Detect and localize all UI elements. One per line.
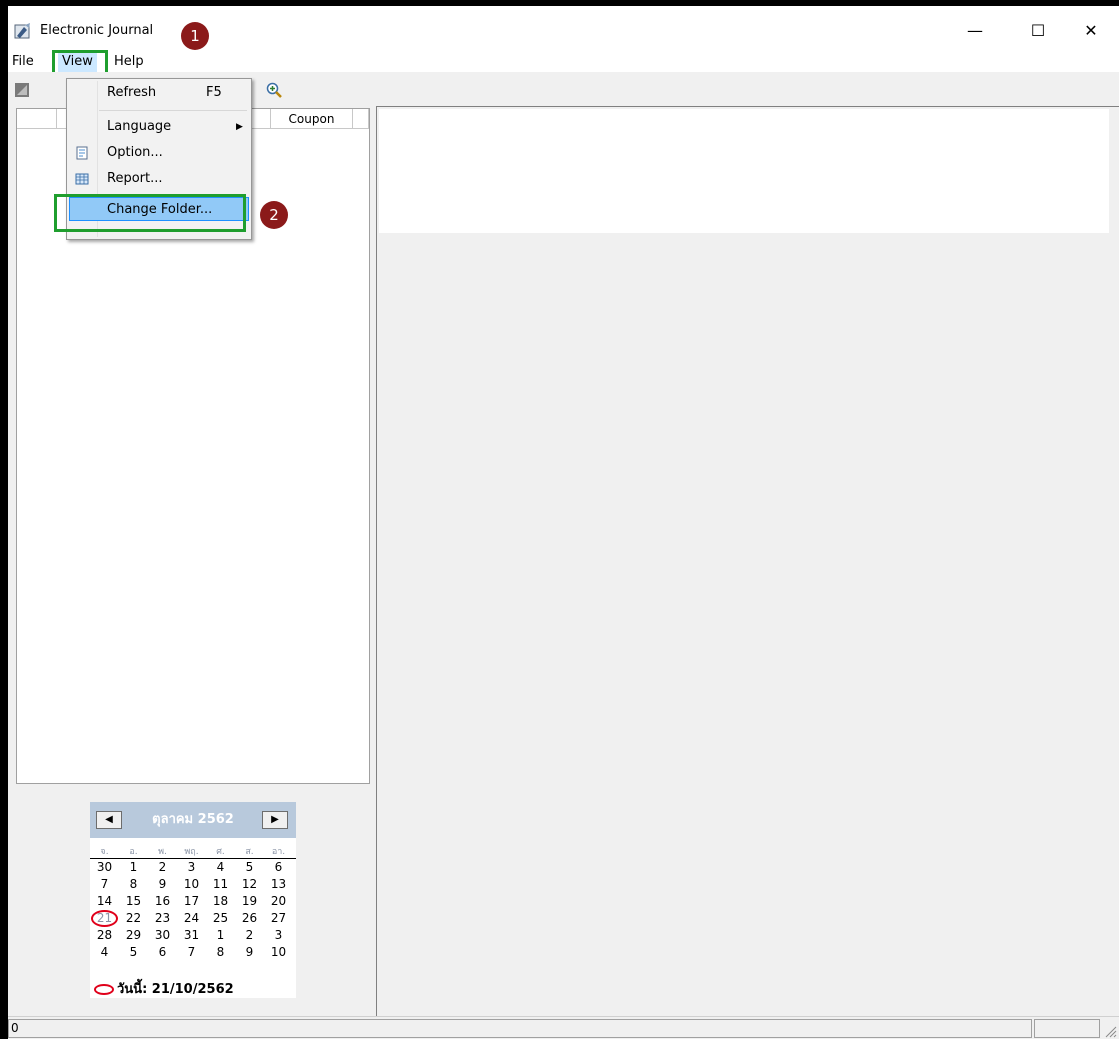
app-window: Electronic Journal 1 — ☐ ✕ File View Hel… — [8, 6, 1119, 1039]
column-header-4[interactable] — [353, 109, 369, 129]
window-title: Electronic Journal — [40, 23, 154, 38]
calendar-weekday-row: จ. อ. พ. พฤ. ศ. ส. อา. — [90, 844, 296, 859]
option-icon — [76, 146, 88, 160]
calendar-day[interactable]: 11 — [206, 877, 235, 892]
change-folder-highlight — [54, 194, 246, 232]
calendar-day[interactable]: 21 — [90, 911, 119, 926]
title-bar: Electronic Journal 1 — ☐ ✕ — [8, 6, 1119, 50]
maximize-button[interactable]: ☐ — [1015, 16, 1061, 46]
menu-item-report[interactable]: Report... — [69, 167, 249, 191]
status-count: 0 — [8, 1019, 1032, 1038]
weekday-label: พฤ. — [184, 847, 199, 857]
calendar-day[interactable]: 7 — [177, 945, 206, 960]
toolbar-page-icon[interactable] — [14, 82, 30, 98]
zoom-in-icon[interactable] — [266, 82, 282, 98]
calendar-day[interactable]: 4 — [206, 860, 235, 875]
weekday-label: ศ. — [216, 847, 225, 857]
menu-item-option[interactable]: Option... — [69, 141, 249, 165]
calendar-day[interactable]: 1 — [119, 860, 148, 875]
refresh-shortcut: F5 — [206, 85, 222, 100]
report-label: Report... — [107, 171, 163, 186]
journal-detail-pane — [376, 106, 1119, 1016]
calendar-day[interactable]: 3 — [177, 860, 206, 875]
calendar-day[interactable]: 7 — [90, 877, 119, 892]
calendar-header: ◀ ตุลาคม 2562 ▶ — [90, 802, 296, 838]
calendar-day[interactable]: 4 — [90, 945, 119, 960]
calendar-day[interactable]: 25 — [206, 911, 235, 926]
menu-file[interactable]: File — [8, 52, 38, 72]
calendar-day[interactable]: 18 — [206, 894, 235, 909]
minimize-button[interactable]: — — [952, 16, 998, 46]
column-header-1[interactable] — [17, 109, 57, 129]
calendar-day[interactable]: 6 — [264, 860, 293, 875]
calendar-day[interactable]: 30 — [90, 860, 119, 875]
menu-help[interactable]: Help — [110, 52, 148, 72]
journal-detail-content — [379, 109, 1109, 233]
weekday-label: จ. — [100, 847, 109, 857]
calendar-day[interactable]: 13 — [264, 877, 293, 892]
menu-bar: File View Help — [8, 50, 1119, 72]
calendar-day[interactable]: 27 — [264, 911, 293, 926]
calendar-day[interactable]: 10 — [177, 877, 206, 892]
submenu-arrow-icon: ▶ — [236, 122, 243, 132]
calendar-month-title: ตุลาคม 2562 — [152, 812, 234, 827]
calendar-day[interactable]: 19 — [235, 894, 264, 909]
weekday-label: พ. — [158, 847, 167, 857]
menu-item-language[interactable]: Language ▶ — [69, 115, 249, 139]
menu-item-refresh[interactable]: Refresh F5 — [69, 81, 249, 105]
status-bar: 0 — [8, 1016, 1119, 1039]
calendar-day[interactable]: 3 — [264, 928, 293, 943]
calendar-day[interactable]: 30 — [148, 928, 177, 943]
step-marker-2: 2 — [260, 201, 288, 229]
step-marker-1: 1 — [181, 22, 209, 50]
calendar-day[interactable]: 6 — [148, 945, 177, 960]
option-label: Option... — [107, 145, 163, 160]
calendar-day[interactable]: 29 — [119, 928, 148, 943]
resize-grip-icon[interactable] — [1103, 1024, 1117, 1038]
today-label: วันนี้: 21/10/2562 — [117, 982, 234, 997]
weekday-label: ส. — [245, 847, 254, 857]
calendar-day[interactable]: 15 — [119, 894, 148, 909]
month-calendar[interactable]: ◀ ตุลาคม 2562 ▶ จ. อ. พ. พฤ. ศ. ส. อา. 3… — [90, 802, 296, 998]
calendar-day[interactable]: 14 — [90, 894, 119, 909]
calendar-day[interactable]: 5 — [235, 860, 264, 875]
calendar-day[interactable]: 23 — [148, 911, 177, 926]
calendar-day[interactable]: 9 — [148, 877, 177, 892]
calendar-day[interactable]: 22 — [119, 911, 148, 926]
calendar-day[interactable]: 5 — [119, 945, 148, 960]
calendar-day[interactable]: 20 — [264, 894, 293, 909]
calendar-day[interactable]: 8 — [206, 945, 235, 960]
status-panel-2 — [1034, 1019, 1100, 1038]
close-button[interactable]: ✕ — [1068, 16, 1114, 46]
journal-app-icon — [14, 23, 30, 39]
calendar-day[interactable]: 24 — [177, 911, 206, 926]
menu-separator — [99, 110, 247, 111]
calendar-day[interactable]: 8 — [119, 877, 148, 892]
calendar-day[interactable]: 16 — [148, 894, 177, 909]
report-table-icon — [75, 173, 89, 185]
column-header-coupon[interactable]: Coupon — [271, 109, 353, 129]
language-label: Language — [107, 119, 172, 134]
calendar-day[interactable]: 2 — [148, 860, 177, 875]
prev-month-button[interactable]: ◀ — [96, 811, 122, 829]
calendar-day[interactable]: 9 — [235, 945, 264, 960]
calendar-day[interactable]: 12 — [235, 877, 264, 892]
calendar-day[interactable]: 10 — [264, 945, 293, 960]
calendar-day[interactable]: 17 — [177, 894, 206, 909]
today-marker-icon — [94, 984, 114, 995]
calendar-day[interactable]: 26 — [235, 911, 264, 926]
calendar-today[interactable]: วันนี้: 21/10/2562 — [94, 978, 234, 999]
calendar-day[interactable]: 2 — [235, 928, 264, 943]
next-month-button[interactable]: ▶ — [262, 811, 288, 829]
calendar-day[interactable]: 31 — [177, 928, 206, 943]
weekday-label: อ. — [129, 847, 138, 857]
refresh-label: Refresh — [107, 85, 157, 100]
calendar-day[interactable]: 28 — [90, 928, 119, 943]
calendar-day[interactable]: 1 — [206, 928, 235, 943]
weekday-label: อา. — [271, 847, 286, 857]
